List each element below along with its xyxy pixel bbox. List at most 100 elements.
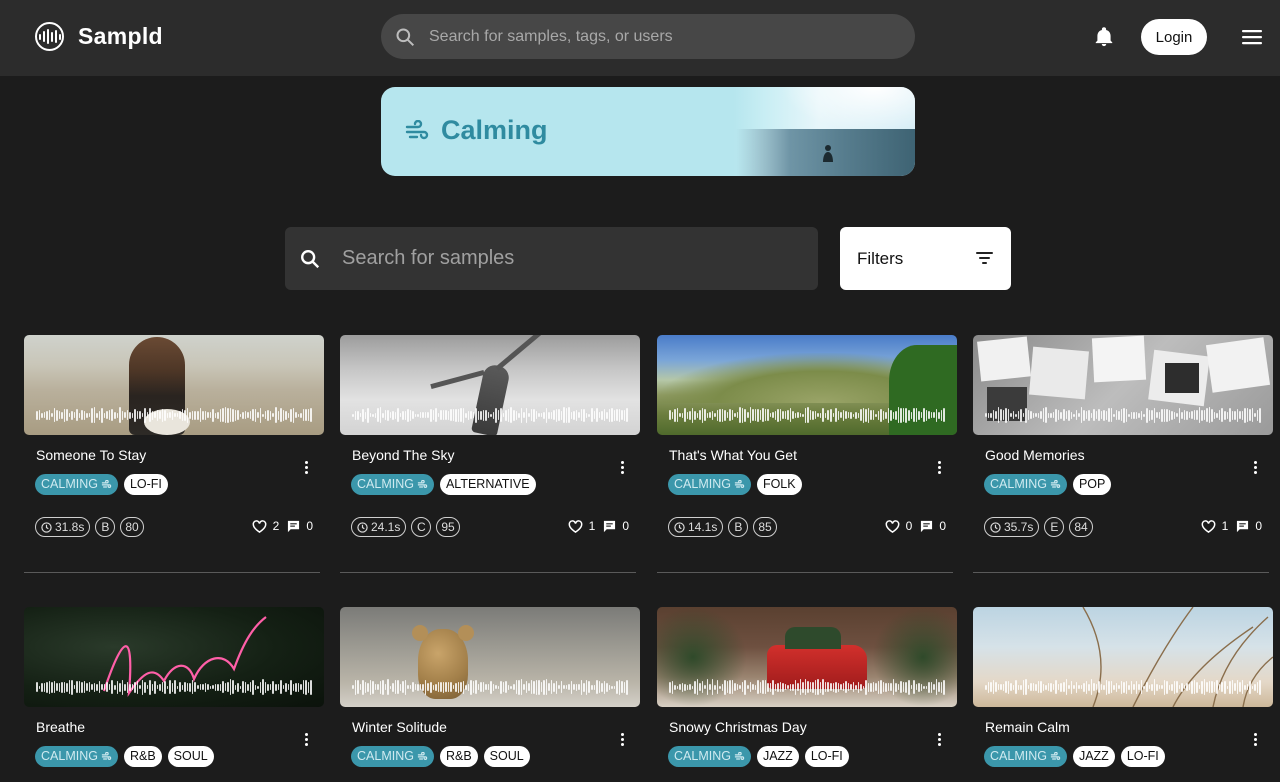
- key-pill: C: [411, 517, 432, 537]
- sample-card[interactable]: Good Memories CALMING POP 35.7s E 84 1 0: [973, 335, 1273, 573]
- sample-thumbnail[interactable]: [340, 607, 640, 707]
- sample-card[interactable]: Breathe CALMING R&B SOUL: [24, 607, 324, 767]
- tag-genre[interactable]: LO-FI: [804, 746, 849, 767]
- tag-calming[interactable]: CALMING: [35, 746, 118, 767]
- banner-image-person: [823, 145, 833, 162]
- tag-calming[interactable]: CALMING: [984, 474, 1067, 495]
- comment-button[interactable]: 0: [287, 519, 313, 533]
- tag-genre[interactable]: POP: [1072, 474, 1112, 495]
- bpm-pill: 95: [436, 517, 460, 537]
- wind-icon: [1050, 480, 1061, 488]
- top-bar: Sampld Login: [0, 0, 1280, 76]
- banner-image-sky: [781, 87, 915, 132]
- sample-thumbnail[interactable]: [340, 335, 640, 435]
- tag-calming[interactable]: CALMING: [668, 474, 751, 495]
- sample-card[interactable]: Beyond The Sky CALMING ALTERNATIVE 24.1s…: [340, 335, 640, 573]
- wind-icon: [417, 480, 428, 488]
- heart-icon: [1201, 519, 1216, 533]
- sample-stats: 1 0: [568, 519, 629, 533]
- tag-list: CALMING ALTERNATIVE: [351, 474, 536, 495]
- sample-thumbnail[interactable]: [24, 335, 324, 435]
- tag-genre[interactable]: FOLK: [756, 474, 802, 495]
- wind-icon: [734, 480, 745, 488]
- kebab-menu-icon[interactable]: [1252, 461, 1258, 477]
- kebab-menu-icon[interactable]: [619, 461, 625, 477]
- comment-icon: [288, 520, 300, 532]
- tag-list: CALMING JAZZ LO-FI: [668, 746, 849, 767]
- kebab-menu-icon[interactable]: [303, 461, 309, 477]
- login-button[interactable]: Login: [1141, 19, 1207, 55]
- search-icon: [301, 249, 320, 268]
- tag-calming[interactable]: CALMING: [668, 746, 751, 767]
- tag-genre[interactable]: R&B: [439, 746, 478, 767]
- sample-stats: 1 0: [1201, 519, 1262, 533]
- tag-calming[interactable]: CALMING: [35, 474, 118, 495]
- tag-genre[interactable]: SOUL: [167, 746, 214, 767]
- sample-meta: 35.7s E 84: [984, 517, 1093, 537]
- tag-genre[interactable]: R&B: [123, 746, 162, 767]
- sample-card[interactable]: Someone To Stay CALMING LO-FI 31.8s B 80…: [24, 335, 324, 573]
- tag-genre[interactable]: JAZZ: [1072, 746, 1115, 767]
- kebab-menu-icon[interactable]: [936, 733, 942, 749]
- comment-icon: [1237, 520, 1249, 532]
- tag-calming[interactable]: CALMING: [351, 474, 434, 495]
- tag-list: CALMING POP: [984, 474, 1112, 495]
- tag-calming[interactable]: CALMING: [351, 746, 434, 767]
- bpm-pill: 80: [120, 517, 144, 537]
- sample-search[interactable]: [285, 227, 818, 290]
- banner-title: Calming: [441, 115, 548, 145]
- duration-pill: 24.1s: [351, 517, 407, 537]
- like-button[interactable]: 2: [252, 519, 279, 533]
- sample-title: Good Memories: [985, 447, 1085, 463]
- comment-button[interactable]: 0: [920, 519, 946, 533]
- comment-button[interactable]: 0: [603, 519, 629, 533]
- kebab-menu-icon[interactable]: [1252, 733, 1258, 749]
- sample-title: Remain Calm: [985, 719, 1070, 735]
- search-icon: [396, 28, 415, 46]
- tag-genre[interactable]: JAZZ: [756, 746, 799, 767]
- wind-icon: [101, 480, 112, 488]
- tag-calming[interactable]: CALMING: [984, 746, 1067, 767]
- wind-icon: [405, 120, 429, 140]
- like-button[interactable]: 1: [1201, 519, 1228, 533]
- sample-meta: 24.1s C 95: [351, 517, 460, 537]
- like-button[interactable]: 1: [568, 519, 595, 533]
- kebab-menu-icon[interactable]: [619, 733, 625, 749]
- card-divider: [657, 572, 953, 573]
- like-button[interactable]: 0: [885, 519, 912, 533]
- sample-thumbnail[interactable]: [973, 607, 1273, 707]
- key-pill: B: [95, 517, 116, 537]
- tag-genre[interactable]: LO-FI: [123, 474, 168, 495]
- kebab-menu-icon[interactable]: [936, 461, 942, 477]
- sample-thumbnail[interactable]: [973, 335, 1273, 435]
- waveform: [36, 679, 312, 695]
- sample-thumbnail[interactable]: [657, 335, 957, 435]
- sample-thumbnail[interactable]: [24, 607, 324, 707]
- wind-icon: [417, 752, 428, 760]
- sample-title: Someone To Stay: [36, 447, 147, 463]
- heart-icon: [885, 519, 900, 533]
- comment-button[interactable]: 0: [1236, 519, 1262, 533]
- brand-logo[interactable]: Sampld: [35, 22, 163, 51]
- sample-search-input[interactable]: [342, 247, 782, 270]
- waveform: [669, 679, 945, 695]
- global-search-input[interactable]: [429, 27, 869, 46]
- duration-pill: 14.1s: [668, 517, 724, 537]
- sample-card[interactable]: Snowy Christmas Day CALMING JAZZ LO-FI: [657, 607, 957, 767]
- key-pill: E: [1044, 517, 1065, 537]
- tag-genre[interactable]: LO-FI: [1120, 746, 1165, 767]
- kebab-menu-icon[interactable]: [303, 733, 309, 749]
- filters-button[interactable]: Filters: [840, 227, 1011, 290]
- heart-icon: [252, 519, 267, 533]
- sample-card[interactable]: That's What You Get CALMING FOLK 14.1s B…: [657, 335, 957, 573]
- sample-card[interactable]: Winter Solitude CALMING R&B SOUL: [340, 607, 640, 767]
- sample-stats: 2 0: [252, 519, 313, 533]
- tag-genre[interactable]: SOUL: [483, 746, 530, 767]
- tag-genre[interactable]: ALTERNATIVE: [439, 474, 536, 495]
- sample-thumbnail[interactable]: [657, 607, 957, 707]
- bell-icon[interactable]: [1093, 26, 1115, 48]
- sample-card[interactable]: Remain Calm CALMING JAZZ LO-FI: [973, 607, 1273, 767]
- hamburger-menu-icon[interactable]: [1242, 29, 1262, 45]
- global-search[interactable]: [381, 14, 915, 59]
- waveform: [36, 407, 312, 423]
